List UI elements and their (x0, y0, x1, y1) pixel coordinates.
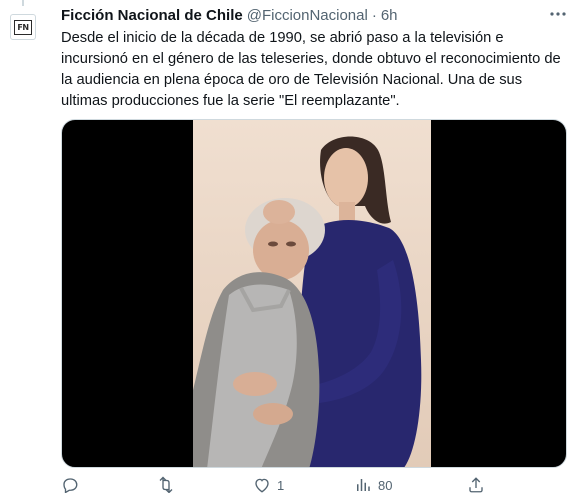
tweet-actions: 1 80 (61, 476, 567, 493)
reply-icon (63, 478, 78, 493)
timestamp[interactable]: 6h (381, 7, 398, 24)
avatar[interactable]: FN (10, 14, 36, 40)
photo-illustration (193, 120, 431, 467)
heart-icon (255, 478, 269, 493)
share-button[interactable] (467, 476, 485, 493)
user-handle[interactable]: @FiccionNacional (247, 7, 368, 24)
display-name[interactable]: Ficción Nacional de Chile (61, 7, 243, 24)
retweet-button[interactable] (156, 476, 182, 493)
thread-line (22, 0, 24, 6)
more-icon[interactable] (547, 6, 569, 22)
like-button[interactable]: 1 (253, 476, 284, 493)
tweet-media[interactable] (61, 119, 567, 468)
views-count: 80 (378, 477, 393, 493)
retweet-icon (159, 476, 173, 493)
tweet-header: Ficción Nacional de Chile @FiccionNacion… (61, 5, 398, 25)
tweet-text: Desde el inicio de la década de 1990, se… (61, 30, 561, 109)
views-icon (357, 479, 370, 491)
avatar-logo: FN (14, 19, 32, 35)
views-button[interactable]: 80 (354, 476, 392, 493)
tweet-photo[interactable] (193, 120, 431, 467)
share-icon (469, 477, 483, 493)
reply-button[interactable] (61, 476, 85, 493)
tweet[interactable]: FN Ficción Nacional de Chile @FiccionNac… (0, 0, 583, 493)
like-count: 1 (277, 477, 285, 493)
more-icon-svg (550, 12, 566, 16)
separator-dot: · (371, 6, 377, 24)
